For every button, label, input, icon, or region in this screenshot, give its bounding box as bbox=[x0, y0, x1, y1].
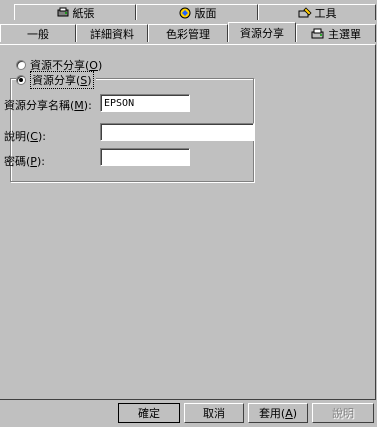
shared-radio[interactable]: 資源分享(S) bbox=[16, 71, 96, 89]
tab-sharing-label: 資源分享 bbox=[240, 26, 284, 40]
cancel-button[interactable]: 取消 bbox=[184, 403, 244, 423]
tab-main-menu-label: 主選單 bbox=[328, 27, 361, 41]
shared-radio-button[interactable] bbox=[16, 75, 26, 85]
password-label: 密碼(P): bbox=[4, 155, 45, 168]
tab-layout-label: 版面 bbox=[194, 6, 217, 20]
help-button[interactable]: 說明 bbox=[312, 403, 374, 423]
tab-color-management-label: 色彩管理 bbox=[166, 27, 210, 41]
description-label: 說明(C): bbox=[4, 130, 46, 143]
tab-details-label: 詳細資料 bbox=[90, 27, 134, 41]
password-field[interactable] bbox=[100, 148, 190, 166]
shared-label: 資源分享(S) bbox=[30, 71, 94, 89]
description-field[interactable] bbox=[100, 123, 254, 141]
layout-icon bbox=[178, 7, 192, 19]
tab-general[interactable]: 一般 bbox=[0, 24, 76, 42]
tab-general-label: 一般 bbox=[27, 27, 49, 41]
tools-icon bbox=[298, 6, 312, 19]
tab-details[interactable]: 詳細資料 bbox=[76, 24, 148, 42]
tab-color-management[interactable]: 色彩管理 bbox=[148, 24, 228, 42]
tab-tools-label: 工具 bbox=[314, 6, 337, 20]
tab-main-menu[interactable]: 主選單 bbox=[296, 24, 376, 42]
not-shared-radio-button[interactable] bbox=[16, 60, 26, 70]
ok-button[interactable]: 確定 bbox=[118, 403, 180, 423]
tab-tools[interactable]: 工具 bbox=[258, 4, 376, 20]
share-name-label: 資源分享名稱(M): bbox=[4, 99, 92, 112]
tab-paper-label: 紙張 bbox=[72, 6, 95, 20]
share-name-value: EPSON bbox=[104, 98, 135, 109]
tab-layout[interactable]: 版面 bbox=[136, 4, 258, 20]
tab-sharing[interactable]: 資源分享 bbox=[228, 22, 296, 42]
share-name-field[interactable]: EPSON bbox=[100, 94, 190, 112]
apply-button[interactable]: 套用(A) bbox=[248, 403, 308, 423]
paper-icon bbox=[56, 7, 70, 19]
main-menu-icon bbox=[311, 28, 325, 40]
printer-properties-dialog: 紙張 版面 工具 一般 詳細資料 色彩管理 資源分享 主選單 資源不分享(O) bbox=[0, 0, 377, 427]
tab-paper[interactable]: 紙張 bbox=[14, 4, 136, 20]
